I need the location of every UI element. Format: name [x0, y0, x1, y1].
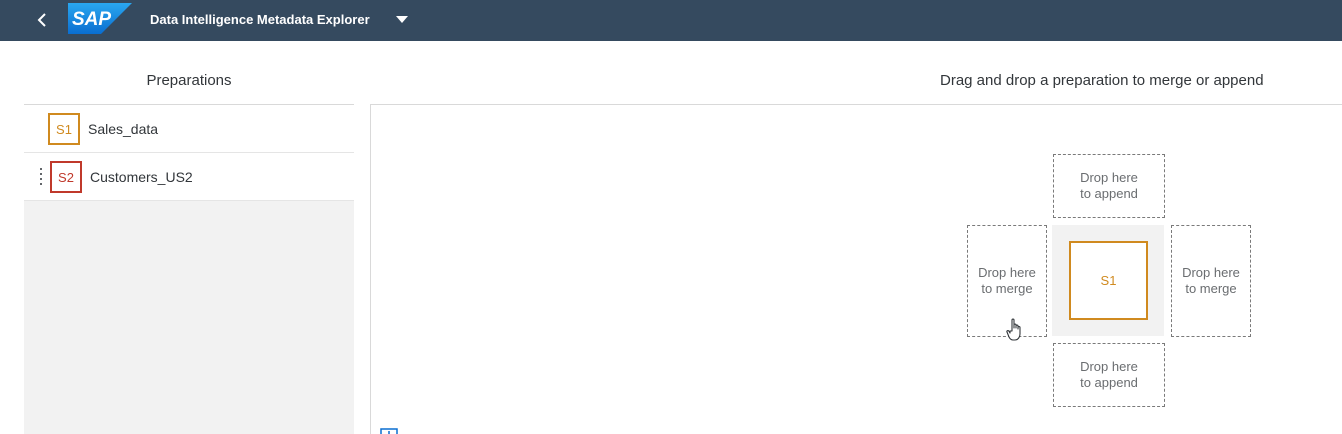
drop-zone-label: Drop here — [1182, 265, 1240, 280]
sap-logo: SAP — [68, 3, 132, 34]
drop-zone-label: to append — [1080, 186, 1138, 201]
caret-down-icon[interactable] — [396, 15, 408, 25]
preparation-badge: S1 — [48, 113, 80, 145]
drop-zone-label: to append — [1080, 375, 1138, 390]
sap-logo-text: SAP — [72, 9, 111, 30]
chevron-left-icon — [37, 13, 46, 27]
center-node-tile: S1 — [1052, 225, 1164, 336]
preparation-badge: S2 — [50, 161, 82, 193]
back-button[interactable] — [28, 6, 56, 34]
shell-bar: SAP Data Intelligence Metadata Explorer — [0, 0, 1342, 41]
fit-view-icon[interactable] — [380, 428, 398, 434]
canvas-instructions: Drag and drop a preparation to merge or … — [940, 72, 1264, 89]
drop-zone-append-bottom[interactable]: Drop here to append — [1053, 343, 1165, 407]
preparation-name: Sales_data — [88, 121, 159, 137]
drag-handle-icon[interactable] — [40, 168, 44, 186]
hand-cursor-icon — [1006, 318, 1021, 341]
center-preparation-node[interactable]: S1 — [1069, 241, 1148, 320]
preparation-name: Customers_US2 — [90, 169, 193, 185]
preparations-list: S1 Sales_data S2 Customers_US2 — [24, 104, 354, 434]
preparation-item-s1[interactable]: S1 Sales_data — [24, 105, 354, 153]
drop-zone-merge-right[interactable]: Drop here to merge — [1171, 225, 1251, 337]
drop-zone-label: Drop here — [1080, 170, 1138, 185]
drop-zone-label: to merge — [981, 281, 1033, 296]
drop-zone-append-top[interactable]: Drop here to append — [1053, 154, 1165, 218]
preparations-header: Preparations — [146, 72, 232, 89]
drop-zone-label: Drop here — [1080, 359, 1138, 374]
app-title[interactable]: Data Intelligence Metadata Explorer — [150, 12, 370, 27]
preparation-item-s2[interactable]: S2 Customers_US2 — [24, 153, 354, 201]
drop-zone-label: to merge — [1185, 281, 1237, 296]
drop-zone-label: Drop here — [978, 265, 1036, 280]
